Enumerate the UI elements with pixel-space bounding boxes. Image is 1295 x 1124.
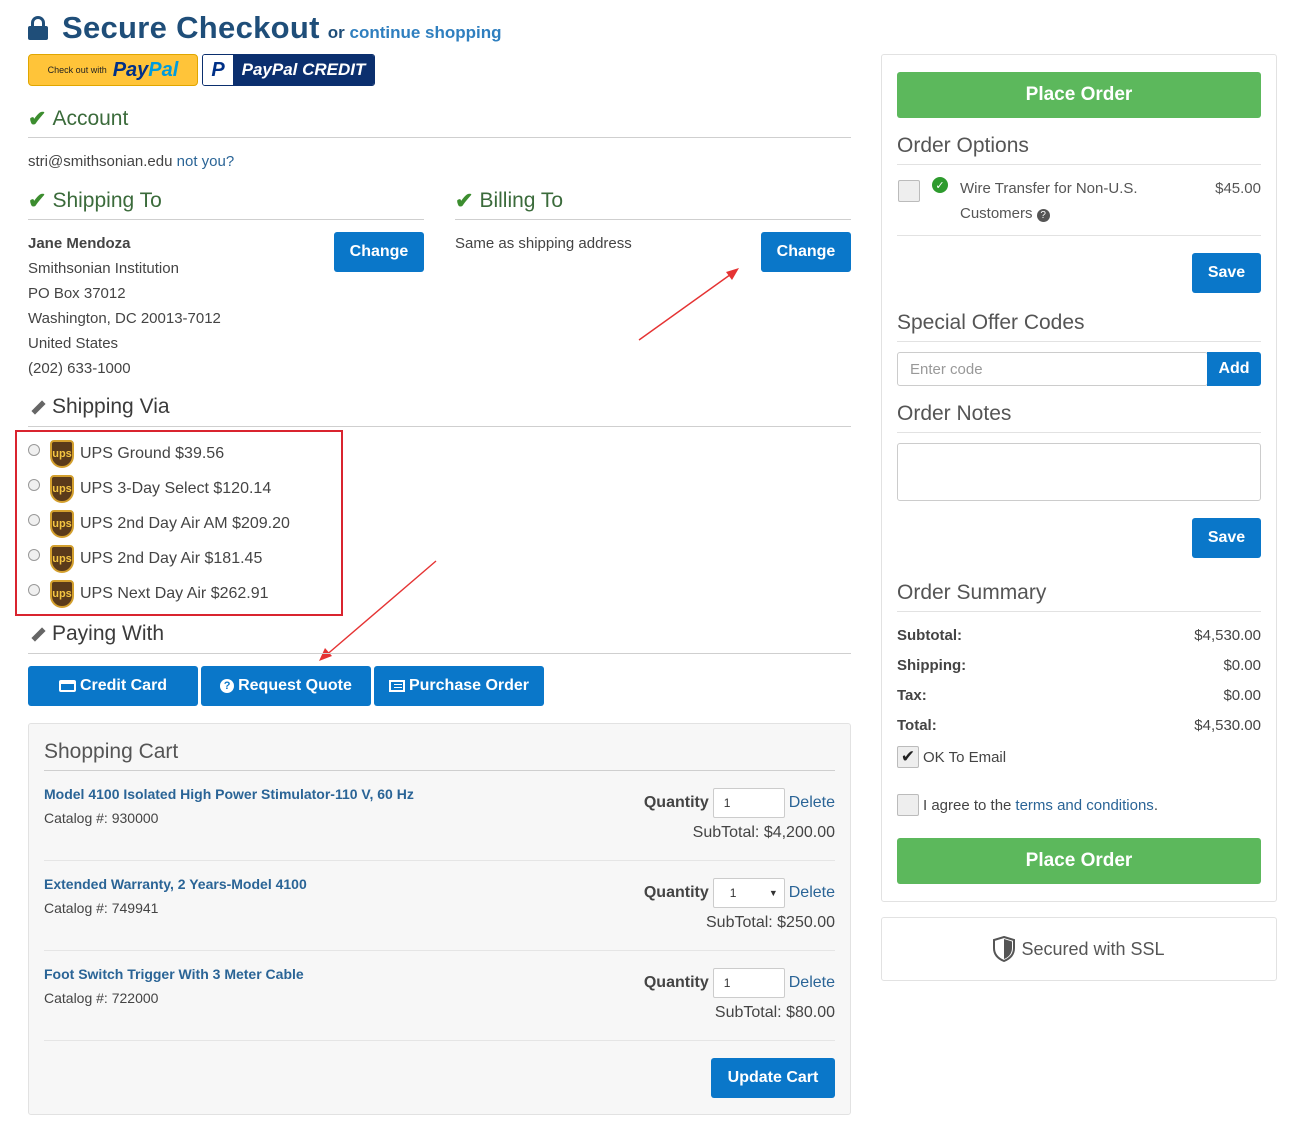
shipping-options-list: ups UPS Ground $39.56 ups UPS 3-Day Select… bbox=[28, 436, 290, 611]
summary-row: Shipping: $0.00 bbox=[897, 657, 1261, 674]
divider bbox=[897, 611, 1261, 612]
item-subtotal: SubTotal: $80.00 bbox=[714, 1004, 835, 1021]
item-subtotal: SubTotal: $250.00 bbox=[706, 914, 835, 931]
terms-link[interactable]: terms and conditions bbox=[1015, 797, 1153, 814]
order-notes-heading: Order Notes bbox=[897, 402, 1012, 425]
product-link[interactable]: Extended Warranty, 2 Years-Model 4100 bbox=[44, 876, 307, 892]
shipping-option[interactable]: ups UPS Ground $39.56 bbox=[28, 436, 290, 471]
divider bbox=[897, 341, 1261, 342]
paying-with-heading: Paying With bbox=[28, 622, 164, 646]
quantity-input[interactable]: 1 bbox=[712, 788, 785, 818]
cart-item-qty: Quantity 1 ▼ Delete bbox=[644, 878, 835, 908]
shipping-option[interactable]: ups UPS 2nd Day Air AM $209.20 bbox=[28, 506, 290, 541]
order-summary-heading: Order Summary bbox=[897, 581, 1047, 604]
terms-checkbox[interactable] bbox=[897, 794, 919, 816]
offer-codes-heading: Special Offer Codes bbox=[897, 311, 1085, 334]
radio-button[interactable] bbox=[28, 443, 40, 456]
place-order-button-bottom[interactable]: Place Order bbox=[897, 838, 1261, 884]
shipping-option[interactable]: ups UPS 3-Day Select $120.14 bbox=[28, 471, 290, 506]
shipping-option[interactable]: ups UPS 2nd Day Air $181.45 bbox=[28, 541, 290, 576]
summary-row: Total: $4,530.00 bbox=[897, 717, 1261, 734]
cart-item-info: Extended Warranty, 2 Years-Model 4100 Ca… bbox=[44, 876, 307, 916]
order-notes-save-button[interactable]: Save bbox=[1192, 518, 1261, 558]
divider bbox=[897, 235, 1261, 236]
radio-button[interactable] bbox=[28, 548, 40, 561]
delete-link[interactable]: Delete bbox=[789, 794, 835, 812]
list-alt-icon bbox=[388, 680, 405, 692]
shipping-via-heading: Shipping Via bbox=[28, 395, 170, 419]
quantity-input[interactable]: 1 bbox=[712, 968, 785, 998]
ups-logo-icon: ups bbox=[50, 474, 74, 503]
place-order-button-top[interactable]: Place Order bbox=[897, 72, 1261, 118]
divider bbox=[44, 860, 835, 861]
shopping-cart-panel: Shopping Cart Model 4100 Isolated High P… bbox=[28, 723, 851, 1115]
cart-title: Shopping Cart bbox=[44, 740, 179, 763]
ups-logo-icon: ups bbox=[50, 509, 74, 538]
divider bbox=[44, 770, 835, 771]
cart-item-info: Model 4100 Isolated High Power Stimulato… bbox=[44, 786, 414, 826]
shield-icon bbox=[993, 936, 1016, 962]
delete-link[interactable]: Delete bbox=[789, 884, 835, 902]
checkout-page: Secure Checkout or continue shopping Che… bbox=[0, 0, 1295, 1124]
radio-button[interactable] bbox=[28, 478, 40, 491]
add-code-button[interactable]: Add bbox=[1207, 352, 1261, 386]
cart-item-info: Foot Switch Trigger With 3 Meter Cable C… bbox=[44, 966, 304, 1006]
divider bbox=[897, 432, 1261, 433]
order-sidebar: Place Order Order Options ✓ Wire Transfe… bbox=[881, 54, 1277, 902]
purchase-order-button[interactable]: Purchase Order bbox=[374, 666, 544, 706]
product-link[interactable]: Model 4100 Isolated High Power Stimulato… bbox=[44, 786, 414, 802]
divider bbox=[897, 164, 1261, 165]
divider bbox=[28, 426, 851, 427]
terms-row: I agree to the terms and conditions. bbox=[897, 794, 1158, 816]
radio-button[interactable] bbox=[28, 583, 40, 596]
cart-item-qty: Quantity 1 Delete bbox=[644, 968, 835, 998]
order-options-heading: Order Options bbox=[897, 134, 1029, 157]
caret-down-icon: ▼ bbox=[768, 888, 778, 898]
question-circle-icon[interactable]: ? bbox=[1036, 209, 1050, 222]
ok-to-email-checkbox[interactable]: ✔ bbox=[897, 746, 919, 768]
pencil-icon bbox=[28, 625, 46, 643]
ups-logo-icon: ups bbox=[50, 579, 74, 608]
pencil-icon bbox=[28, 398, 46, 416]
divider bbox=[44, 1040, 835, 1041]
wire-transfer-price: $45.00 bbox=[1215, 180, 1261, 197]
summary-table: Subtotal: $4,530.00 Shipping: $0.00 Tax: $0… bbox=[897, 627, 1261, 747]
credit-card-icon bbox=[58, 680, 76, 692]
offer-code-input[interactable]: Enter code bbox=[897, 352, 1208, 386]
update-cart-button[interactable]: Update Cart bbox=[711, 1058, 835, 1098]
cart-item-qty: Quantity 1 Delete bbox=[644, 788, 835, 818]
wire-transfer-checkbox[interactable] bbox=[898, 180, 920, 202]
divider bbox=[28, 653, 851, 654]
item-subtotal: SubTotal: $4,200.00 bbox=[692, 824, 835, 841]
summary-row: Tax: $0.00 bbox=[897, 687, 1261, 704]
ssl-badge: Secured with SSL bbox=[881, 917, 1277, 981]
credit-card-button[interactable]: Credit Card bbox=[28, 666, 198, 706]
order-options-save-button[interactable]: Save bbox=[1192, 253, 1261, 293]
order-notes-textarea[interactable] bbox=[897, 443, 1261, 501]
ok-to-email-row: ✔ OK To Email bbox=[897, 746, 1006, 768]
ups-logo-icon: ups bbox=[50, 439, 74, 468]
ups-logo-icon: ups bbox=[50, 544, 74, 573]
product-link[interactable]: Foot Switch Trigger With 3 Meter Cable bbox=[44, 966, 304, 982]
delete-link[interactable]: Delete bbox=[789, 974, 835, 992]
shipping-option[interactable]: ups UPS Next Day Air $262.91 bbox=[28, 576, 290, 611]
green-check-icon: ✓ bbox=[932, 177, 948, 193]
request-quote-button[interactable]: ? Request Quote bbox=[201, 666, 371, 706]
wire-transfer-label: Wire Transfer for Non-U.S. Customers ? bbox=[960, 180, 1138, 222]
question-circle-icon: ? bbox=[220, 679, 235, 693]
divider bbox=[44, 950, 835, 951]
radio-button[interactable] bbox=[28, 513, 40, 526]
summary-row: Subtotal: $4,530.00 bbox=[897, 627, 1261, 644]
quantity-select[interactable]: 1 ▼ bbox=[712, 878, 785, 908]
